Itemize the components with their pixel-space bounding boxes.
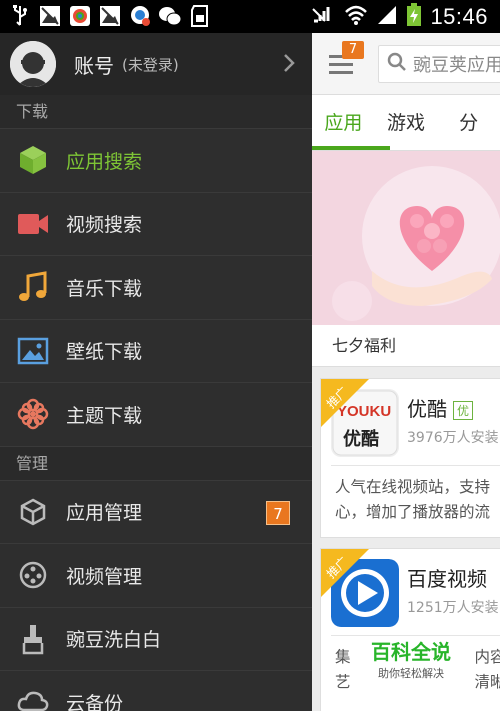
flower-icon [16,397,50,431]
search-placeholder: 豌豆荚应用 [413,55,500,76]
chevron-right-icon [282,52,296,78]
picture-icon [16,334,50,368]
tab-apps[interactable]: 应用 [312,95,375,150]
desc-line: 人气在线视频站，支持 [335,478,491,496]
promo-banner[interactable] [312,151,500,325]
heart-hands-image [312,151,500,325]
nav-item-app-manage[interactable]: 应用管理 7 [0,481,312,544]
nav-label: 应用搜索 [66,150,143,173]
divider [331,465,500,466]
battery-charging-icon [406,3,422,31]
install-count: 1251万人安装 [407,600,499,616]
nav-label: 视频搜索 [66,214,143,237]
image-icon [38,4,62,28]
youku-logo-cn: 优酷 [343,429,379,450]
nav-item-theme-download[interactable]: 主题下载 [0,383,312,447]
nav-item-app-search[interactable]: 应用搜索 [0,129,312,193]
status-bar: 15:46 [0,0,500,33]
app-card-youku[interactable]: YOUKU 优酷 推广 优酷优 3976万人安装 人气在线视频站，支持 心，增加… [320,378,500,538]
official-tag: 优 [453,401,474,420]
watermark: 百科全说 助你轻松解决 [352,636,470,688]
wifi-icon [344,4,368,30]
account-name: 账号 [74,53,114,78]
banner-caption: 七夕福利 [312,325,500,367]
search-box[interactable]: 豌豆荚应用 [378,45,500,83]
tab-games[interactable]: 游戏 [375,95,438,150]
security-icon [128,4,152,28]
usb-icon [8,4,32,28]
nav-label: 视频管理 [66,565,143,588]
nav-label: 云备份 [66,692,124,711]
tab-more[interactable]: 分 [437,95,500,150]
image-icon [98,4,122,28]
active-tab-indicator [312,146,390,150]
section-header-manage: 管理 [0,446,312,481]
install-count: 3976万人安装 [407,430,499,446]
video-camera-icon [16,207,50,241]
app-title: 优酷 [407,397,447,421]
box-icon [16,495,50,529]
desc-start: 艺 [335,673,351,691]
cloud-icon [16,685,50,711]
section-header-download: 下载 [0,95,312,129]
app-description: 人气在线视频站，支持 心，增加了播放器的流 [335,475,500,525]
nav-label: 主题下载 [66,404,143,427]
main-content: 7 豌豆荚应用 应用 游戏 分 七夕福利 YOUKU 优酷 推广 优酷 优 39… [312,33,500,711]
broom-icon [16,622,50,656]
nav-drawer: 账号 (未登录) 下载 应用搜索 视频搜索 音乐下载 壁纸下载 主题下载 管理 … [0,33,312,711]
search-icon [387,52,407,76]
avatar [10,41,56,87]
cube-icon [16,143,50,177]
watermark-title: 百科全说 [371,640,451,664]
screen: 15:46 账号 (未登录) 下载 应用搜索 视频搜索 音乐下载 壁纸下载 主题… [0,0,500,711]
nav-label: 壁纸下载 [66,341,143,364]
nav-item-video-manage[interactable]: 视频管理 [0,544,312,608]
clock: 15:46 [430,4,488,29]
nav-item-music-download[interactable]: 音乐下载 [0,256,312,320]
nav-label: 应用管理 [66,502,143,525]
top-bar: 7 豌豆荚应用 [312,33,500,95]
update-count-badge: 7 [266,500,290,525]
nav-item-cleaner[interactable]: 豌豆洗白白 [0,608,312,671]
desc-start: 集 [335,648,351,666]
category-tabs: 应用 游戏 分 [312,95,500,151]
film-reel-icon [16,558,50,592]
wechat-icon [158,4,182,28]
nav-item-cloud-backup[interactable]: 云备份 [0,671,312,711]
desc-end: 内容 [474,648,500,666]
desc-end: 清晰 [474,673,500,691]
account-row[interactable]: 账号 (未登录) [0,33,312,95]
login-status: (未登录) [122,55,179,74]
nav-item-video-search[interactable]: 视频搜索 [0,193,312,256]
music-note-icon [16,270,50,304]
app-store-icon [68,4,92,28]
app-name: 优酷优 [407,393,474,422]
menu-badge: 7 [342,41,364,59]
nav-label: 豌豆洗白白 [66,629,162,652]
signal-bars-icon [376,4,398,30]
nav-item-wallpaper-download[interactable]: 壁纸下载 [0,320,312,383]
desc-line: 心，增加了播放器的流 [335,503,491,521]
system-icons: 15:46 [312,3,488,31]
sd-card-icon [188,4,212,28]
signal-muted-icon [312,5,336,29]
app-title: 百度视频 [407,567,487,591]
nav-label: 音乐下载 [66,277,143,300]
watermark-subtitle: 助你轻松解决 [378,667,444,680]
notification-icons [8,4,212,28]
